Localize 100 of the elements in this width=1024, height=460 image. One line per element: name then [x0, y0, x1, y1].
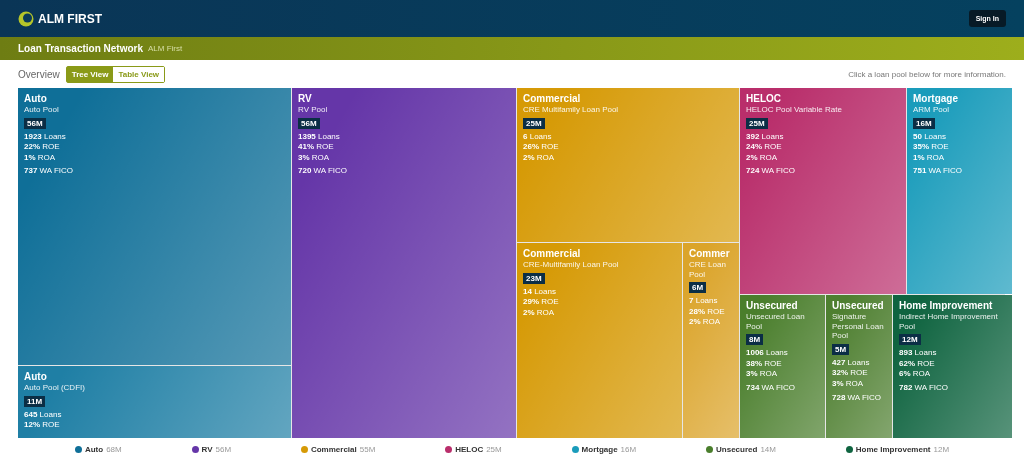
loan-pool-tile[interactable]: Commercial CRE Multifamily Loan Pool 25M 6 Loans 26% ROE 2% ROA — [517, 88, 739, 242]
logo-icon — [18, 10, 34, 27]
loan-pool-tile[interactable]: Auto Auto Pool (CDFI) 11M 645 Loans 12% ROE — [18, 366, 291, 438]
hint-text: Click a loan pool below for more information. — [848, 69, 1006, 79]
pool-category: Auto — [24, 93, 47, 104]
pool-amount: 16M — [913, 117, 935, 129]
loan-pool-tile[interactable]: HELOC HELOC Pool Variable Rate 25M 392 Loans 24% ROE 2% ROA 724 WA FICO — [740, 88, 906, 294]
section-title: Overview — [18, 68, 60, 80]
roe-value: 32% ROE — [832, 368, 868, 378]
roa-value: 6% ROA — [899, 369, 931, 379]
pool-amount: 6M — [689, 282, 707, 294]
fico-value: 734 WA FICO — [746, 382, 796, 393]
legend-label: RV — [201, 444, 213, 454]
roe-value: 38% ROE — [746, 358, 782, 369]
roa-value: 1% ROA — [24, 152, 56, 163]
roa-value: 3% ROA — [832, 378, 864, 389]
loan-pool-tile[interactable]: Auto Auto Pool 56M 1923 Loans 22% ROE 1% ROA 737 WA FICO — [18, 88, 291, 365]
pool-category: Commercial — [523, 93, 581, 104]
loan-count: 14 Loans — [523, 286, 556, 297]
loan-count: 7 Loans — [689, 296, 718, 306]
roe-value: 35% ROE — [913, 142, 949, 152]
roe-value: 24% ROE — [746, 142, 782, 152]
pool-category: Commer — [689, 248, 730, 259]
pool-name: CRE Multifamily Loan Pool — [523, 105, 619, 115]
pool-category: Unsecured — [832, 300, 884, 311]
roe-value: 28% ROE — [689, 306, 725, 317]
legend-label: Auto — [84, 444, 104, 454]
pool-name: CRE-Multifamily Loan Pool — [523, 260, 619, 270]
pool-category: Unsecured — [746, 300, 798, 311]
pool-amount: 11M — [24, 395, 46, 407]
loan-count: 1923 Loans — [24, 131, 66, 142]
pool-name: HELOC Pool Variable Rate — [746, 105, 842, 115]
pool-amount: 5M — [832, 343, 850, 355]
roa-value: 1% ROA — [913, 152, 945, 163]
pool-amount: 8M — [746, 334, 764, 346]
page-title: Loan Transaction Network — [18, 43, 144, 54]
roe-value: 29% ROE — [523, 297, 559, 307]
legend-value: 14M — [760, 444, 776, 454]
roe-value: 62% ROE — [899, 358, 935, 369]
roe-value: 41% ROE — [298, 142, 334, 152]
pool-category: Home Improvement — [899, 300, 993, 311]
pool-amount: 25M — [746, 117, 768, 129]
roe-value: 22% ROE — [24, 142, 60, 152]
loan-count: 50 Loans — [913, 131, 946, 142]
loan-count: 1006 Loans — [746, 348, 788, 358]
legend-value: 16M — [620, 444, 637, 454]
loan-pool-tile[interactable]: Unsecured Unsecured Loan Pool 8M 1006 Loans 38% ROE 3% ROA 734 WA FICO — [740, 295, 825, 438]
pool-category: Auto — [24, 371, 47, 382]
fico-value: 737 WA FICO — [24, 166, 74, 176]
loan-pool-tile[interactable]: Home Improvement Indirect Home Improvement Pool 12M 893 Loans 62% ROE 6% ROA 782 WA FICO — [893, 295, 1012, 438]
pool-name: Indirect Home Improvement Pool — [899, 312, 999, 332]
loan-count: 392 Loans — [746, 131, 784, 142]
pool-amount: 56M — [24, 117, 46, 129]
pool-name: Signature Personal Loan Pool — [832, 312, 885, 341]
loan-count: 427 Loans — [832, 357, 870, 368]
pool-amount: 56M — [298, 117, 320, 129]
fico-value: 728 WA FICO — [832, 392, 882, 403]
loan-count: 893 Loans — [899, 348, 937, 358]
loan-pool-tile[interactable]: Mortgage ARM Pool 16M 50 Loans 35% ROE 1% ROA 751 WA FICO — [907, 88, 1012, 294]
fico-value: 782 WA FICO — [899, 382, 949, 393]
fico-value: 724 WA FICO — [746, 166, 796, 176]
brand-name: ALM FIRST — [38, 11, 102, 26]
loan-pool-tile[interactable]: RV RV Pool 56M 1395 Loans 41% ROE 3% ROA 720 WA FICO — [292, 88, 516, 438]
legend-label: HELOC — [455, 444, 484, 454]
pool-name: Auto Pool — [24, 105, 59, 115]
loan-pool-tile[interactable]: Commer CRE Loan Pool 6M 7 Loans 28% ROE 2% ROA — [683, 243, 739, 438]
legend-label: Mortgage — [581, 444, 618, 454]
pool-name: RV Pool — [298, 105, 328, 115]
legend-label: Unsecured — [716, 444, 758, 454]
roe-value: 26% ROE — [523, 142, 559, 152]
pool-name: Unsecured Loan Pool — [746, 312, 806, 332]
pool-category: HELOC — [746, 93, 781, 104]
pool-category: RV — [298, 93, 312, 104]
roa-value: 2% ROA — [746, 152, 778, 163]
legend-label: Home Improvement — [855, 444, 931, 454]
pool-name: Auto Pool (CDFI) — [24, 383, 85, 393]
pool-amount: 23M — [523, 272, 545, 284]
roa-value: 3% ROA — [746, 369, 778, 379]
loan-count: 1395 Loans — [298, 131, 340, 142]
roe-value: 12% ROE — [24, 420, 60, 430]
pool-amount: 25M — [523, 117, 545, 129]
fico-value: 751 WA FICO — [913, 166, 963, 176]
roa-value: 2% ROA — [689, 317, 721, 327]
roa-value: 2% ROA — [523, 307, 555, 318]
legend-value: 12M — [933, 444, 950, 454]
roa-value: 3% ROA — [298, 152, 330, 163]
legend-value: 68M — [106, 444, 122, 454]
loan-pool-tile[interactable]: Commercial CRE-Multifamily Loan Pool 23M 14 Loans 29% ROE 2% ROA — [517, 243, 682, 438]
pool-category: Commercial — [523, 248, 581, 259]
roa-value: 2% ROA — [523, 152, 555, 163]
legend-value: 25M — [486, 444, 502, 454]
loan-count: 6 Loans — [523, 131, 552, 142]
loan-pool-tile[interactable]: Unsecured Signature Personal Loan Pool 5M 427 Loans 32% ROE 3% ROA 728 WA FICO — [826, 295, 892, 438]
legend-value: 55M — [359, 444, 376, 454]
pool-amount: 12M — [899, 334, 921, 346]
pool-name: CRE Loan Pool — [689, 260, 727, 280]
legend-label: Commercial — [310, 444, 357, 454]
legend-value: 56M — [215, 444, 232, 454]
pool-name: ARM Pool — [913, 105, 949, 115]
loan-count: 645 Loans — [24, 409, 62, 420]
